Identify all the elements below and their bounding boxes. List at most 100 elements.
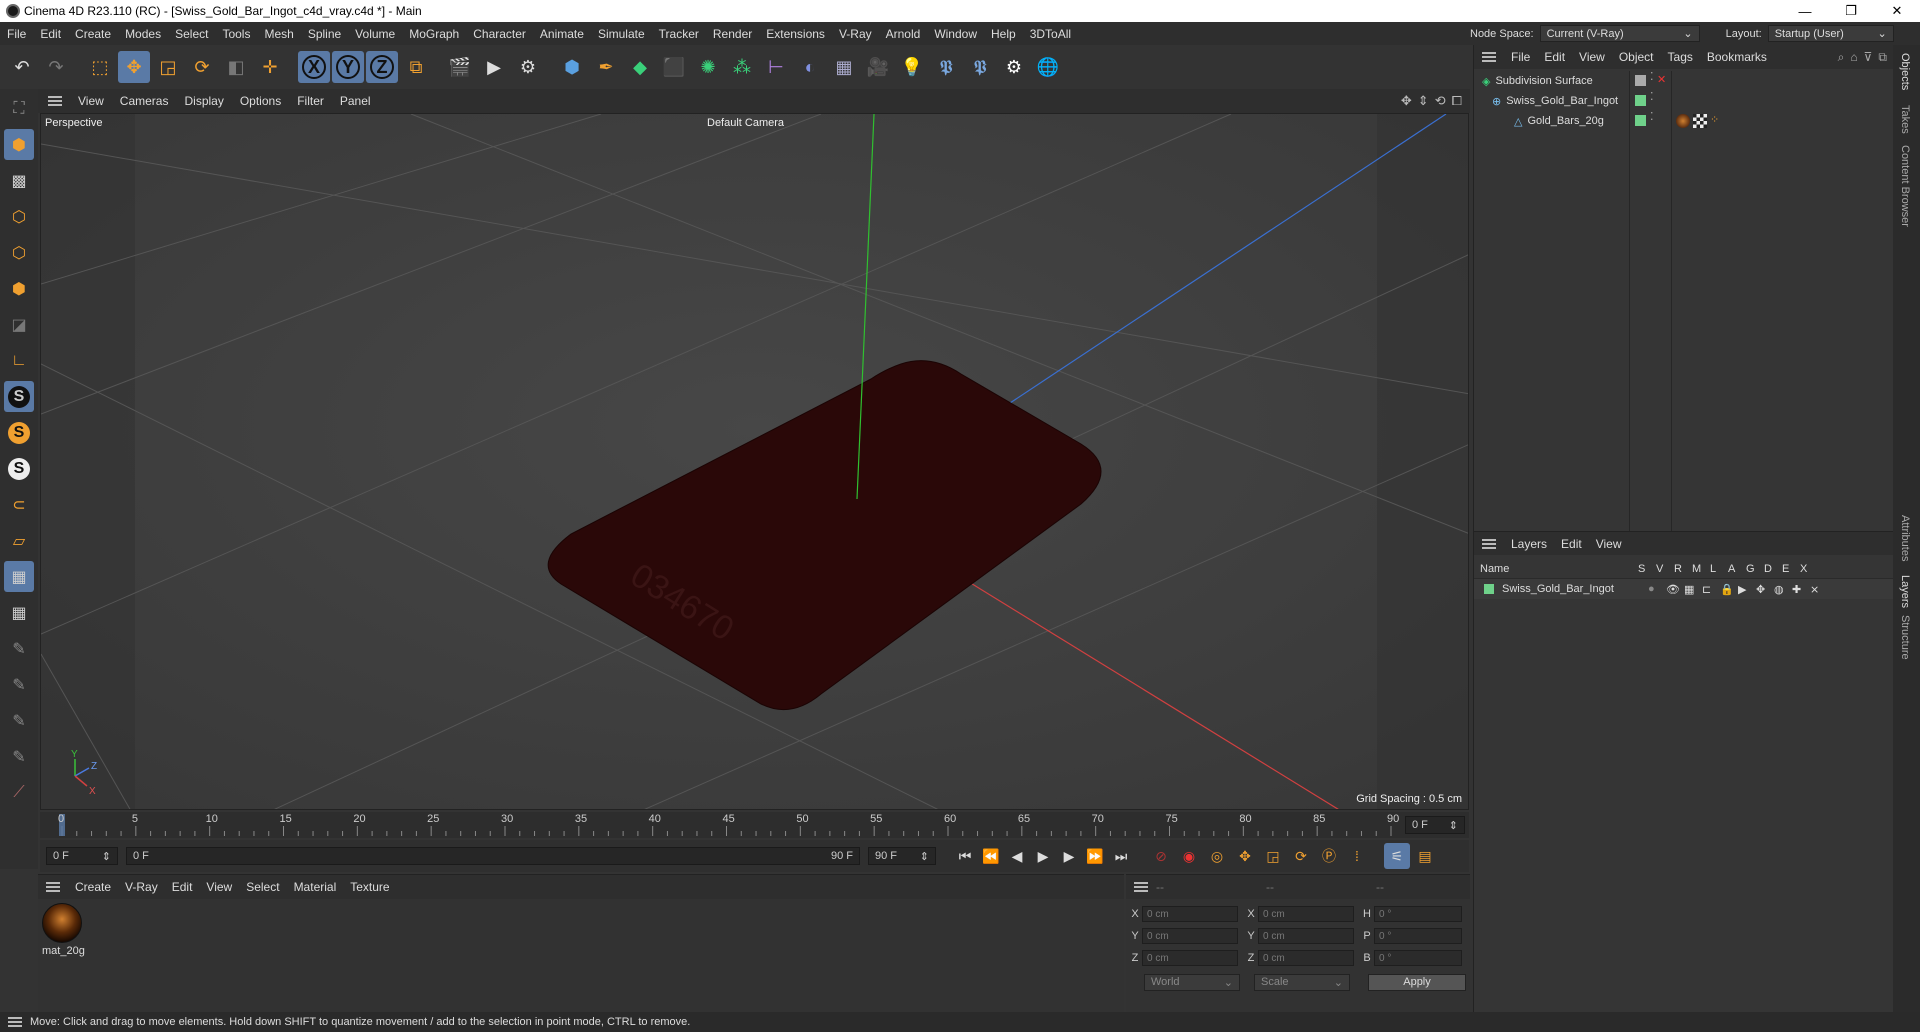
solo-dot-icon[interactable]: ● bbox=[1648, 583, 1666, 595]
lock-y-button[interactable]: Y bbox=[332, 51, 364, 83]
undo-button[interactable]: ↶ bbox=[6, 51, 38, 83]
layers-menu-layers[interactable]: Layers bbox=[1504, 537, 1554, 551]
size-x-field[interactable]: 0 cm bbox=[1258, 906, 1354, 922]
workplane-button[interactable]: ▱ bbox=[4, 525, 34, 556]
menu-3dtoall[interactable]: 3DToAll bbox=[1023, 27, 1078, 41]
position-z-field[interactable]: 0 cm bbox=[1142, 950, 1238, 966]
menu-file[interactable]: File bbox=[0, 27, 33, 41]
visibility-dots-icon[interactable]: ⁚ bbox=[1650, 92, 1654, 103]
point-mode-button[interactable]: ⬡ bbox=[4, 201, 34, 232]
end-frame-field[interactable]: 90 F ⇕ bbox=[868, 847, 936, 865]
menu-mograph[interactable]: MoGraph bbox=[402, 27, 466, 41]
layout-dropdown[interactable]: Startup (User) ⌄ bbox=[1767, 25, 1894, 42]
objects-menu-object[interactable]: Object bbox=[1612, 50, 1661, 64]
minimize-button[interactable]: — bbox=[1782, 0, 1828, 22]
camera-button[interactable]: 🎥 bbox=[862, 51, 894, 83]
light-button[interactable]: 💡 bbox=[896, 51, 928, 83]
menu-modes[interactable]: Modes bbox=[118, 27, 168, 41]
hamburger-icon[interactable] bbox=[1134, 882, 1148, 892]
bend-deformer-button[interactable]: ⊢ bbox=[760, 51, 792, 83]
sculpt-p-button[interactable]: ✎ bbox=[4, 669, 34, 700]
magnet-button[interactable]: ⊂ bbox=[4, 489, 34, 520]
home-icon[interactable]: ⌂ bbox=[1850, 50, 1857, 65]
rotation-b-field[interactable]: 0 ° bbox=[1374, 950, 1462, 966]
keyframe-selection-button[interactable]: ◎ bbox=[1204, 843, 1230, 869]
viewport-menu-options[interactable]: Options bbox=[232, 94, 289, 108]
object-row-goldbars[interactable]: △ Gold_Bars_20g ⁚ ⁘ bbox=[1474, 111, 1893, 131]
viewport-menu-cameras[interactable]: Cameras bbox=[112, 94, 177, 108]
orbit-view-icon[interactable]: ⟲ bbox=[1435, 93, 1446, 109]
play-button[interactable]: ▶ bbox=[1030, 843, 1056, 869]
hierarchy-icon[interactable]: ⊏ bbox=[1702, 583, 1720, 596]
object-row-subdivision[interactable]: ◈ Subdivision Surface ⁚ ✕ bbox=[1474, 71, 1893, 91]
viewport-perspective[interactable]: 034670 Y Z X Perspective Default Camera … bbox=[40, 113, 1469, 810]
viewport-menu-view[interactable]: View bbox=[70, 94, 112, 108]
layers-menu-view[interactable]: View bbox=[1589, 537, 1629, 551]
viewport-menu-panel[interactable]: Panel bbox=[332, 94, 379, 108]
extrude-button[interactable]: ⬛ bbox=[658, 51, 690, 83]
objects-menu-file[interactable]: File bbox=[1504, 50, 1537, 64]
position-y-field[interactable]: 0 cm bbox=[1142, 928, 1238, 944]
tab-objects[interactable]: Objects bbox=[1899, 53, 1911, 90]
menu-render[interactable]: Render bbox=[706, 27, 759, 41]
menu-volume[interactable]: Volume bbox=[348, 27, 402, 41]
lock-x-button[interactable]: X bbox=[298, 51, 330, 83]
solo-button[interactable]: ▦ bbox=[4, 597, 34, 628]
phong-tag-icon[interactable]: ⁘ bbox=[1710, 113, 1719, 126]
size-y-field[interactable]: 0 cm bbox=[1258, 928, 1354, 944]
tab-structure[interactable]: Structure bbox=[1899, 615, 1911, 660]
go-to-start-button[interactable]: ⏮ bbox=[952, 843, 978, 869]
menu-simulate[interactable]: Simulate bbox=[591, 27, 652, 41]
next-key-button[interactable]: ⏩ bbox=[1082, 843, 1108, 869]
hamburger-icon[interactable] bbox=[48, 96, 62, 106]
vray-globe-button[interactable]: 🌐 bbox=[1032, 51, 1064, 83]
rotation-p-field[interactable]: 0 ° bbox=[1374, 928, 1462, 944]
autokey-button[interactable]: ◉ bbox=[1176, 843, 1202, 869]
tab-content-browser[interactable]: Content Browser bbox=[1899, 145, 1911, 227]
previous-frame-button[interactable]: ◀ bbox=[1004, 843, 1030, 869]
close-button[interactable]: ✕ bbox=[1874, 0, 1920, 22]
menu-window[interactable]: Window bbox=[927, 27, 984, 41]
key-rotation-button[interactable]: ⟳ bbox=[1288, 843, 1314, 869]
timeline-ruler[interactable]: 0 5 10 15 20 25 30 35 40 45 50 55 60 65 70 75 80 85 90 0 F… bbox=[40, 812, 1469, 838]
rotate-tool-button[interactable]: ⟳ bbox=[186, 51, 218, 83]
rotation-h-field[interactable]: 0 ° bbox=[1374, 906, 1462, 922]
key-position-button[interactable]: ✥ bbox=[1232, 843, 1258, 869]
material-menu-vray[interactable]: V-Ray bbox=[118, 880, 165, 894]
model-mode-button[interactable]: ⛶ bbox=[4, 93, 34, 124]
grid-button[interactable]: ▦ bbox=[4, 561, 34, 592]
material-menu-create[interactable]: Create bbox=[68, 880, 118, 894]
material-menu-texture[interactable]: Texture bbox=[343, 880, 396, 894]
render-clapper-icon[interactable]: ▦ bbox=[1684, 583, 1702, 596]
key-pla-button[interactable]: ⁞ bbox=[1344, 843, 1370, 869]
material-menu-material[interactable]: Material bbox=[287, 880, 344, 894]
python-generator-button[interactable]: 𝕻 bbox=[964, 51, 996, 83]
menu-character[interactable]: Character bbox=[466, 27, 533, 41]
menu-mesh[interactable]: Mesh bbox=[257, 27, 300, 41]
objects-menu-view[interactable]: View bbox=[1572, 50, 1612, 64]
filter-icon[interactable]: ⊽ bbox=[1864, 50, 1873, 65]
knife-button[interactable]: ⟋ bbox=[4, 777, 34, 808]
size-z-field[interactable]: 0 cm bbox=[1258, 950, 1354, 966]
texture-mode-button[interactable]: ▩ bbox=[4, 165, 34, 196]
layer-color-swatch[interactable] bbox=[1635, 115, 1646, 126]
go-to-end-button[interactable]: ⏭ bbox=[1108, 843, 1134, 869]
animation-play-icon[interactable]: ▶ bbox=[1738, 583, 1756, 596]
axis-mode-button[interactable]: ∟ bbox=[4, 345, 34, 376]
sculpt-s-button[interactable]: ✎ bbox=[4, 741, 34, 772]
uv-mode-button[interactable]: ◪ bbox=[4, 309, 34, 340]
menu-tools[interactable]: Tools bbox=[215, 27, 257, 41]
tab-takes[interactable]: Takes bbox=[1899, 105, 1911, 134]
menu-help[interactable]: Help bbox=[984, 27, 1023, 41]
field-button[interactable]: ◐ bbox=[794, 51, 826, 83]
render-picture-viewer-button[interactable]: ▶ bbox=[478, 51, 510, 83]
tab-layers[interactable]: Layers bbox=[1899, 575, 1911, 608]
visibility-dots-icon[interactable]: ⁚ bbox=[1650, 72, 1654, 83]
menu-select[interactable]: Select bbox=[168, 27, 215, 41]
create-tool-button[interactable]: ✛ bbox=[254, 51, 286, 83]
render-view-button[interactable]: 🎬 bbox=[444, 51, 476, 83]
material-swatch-item[interactable]: mat_20g bbox=[42, 903, 85, 957]
snap-enable-button[interactable]: S bbox=[4, 453, 34, 484]
menu-tracker[interactable]: Tracker bbox=[652, 27, 706, 41]
voronoi-button[interactable]: ⁂ bbox=[726, 51, 758, 83]
